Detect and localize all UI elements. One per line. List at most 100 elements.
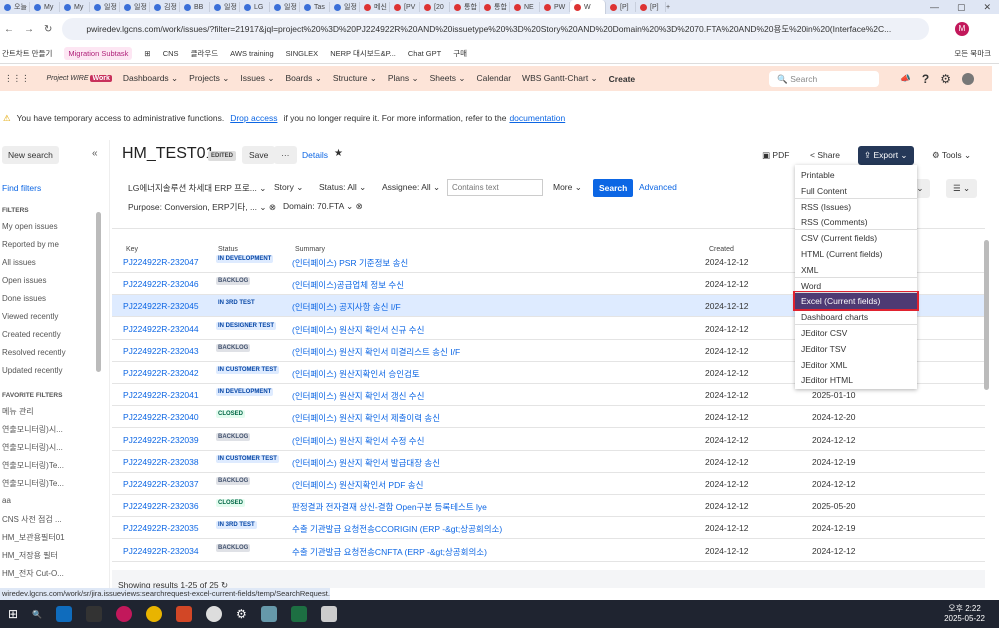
assignee-filter[interactable]: Assignee: All ⌄ — [382, 182, 440, 193]
issue-key-link[interactable]: PJ224922R-232040 — [123, 412, 199, 422]
bookmark-item[interactable]: SINGLEX — [286, 49, 319, 58]
find-filters-link[interactable]: Find filters — [2, 183, 41, 193]
app-icon[interactable] — [206, 606, 223, 622]
table-scrollbar[interactable] — [984, 240, 989, 390]
all-bookmarks[interactable]: 모든 북마크 — [954, 48, 991, 59]
browser-tab[interactable]: My — [30, 2, 60, 12]
bookmark-item[interactable]: 간트차트 만들기 — [2, 48, 52, 59]
issue-summary-link[interactable]: 수출 기관발급 요청전송CCORIGIN (ERP -&gt;상공회의소) — [292, 523, 502, 535]
bookmark-item[interactable]: CNS — [163, 49, 179, 58]
forward-icon[interactable]: → — [24, 24, 34, 35]
sidebar-filter-item[interactable]: Updated recently — [2, 366, 62, 375]
sidebar-filter-item[interactable]: Created recently — [2, 330, 61, 339]
create-button[interactable]: Create — [609, 74, 635, 84]
browser-tab[interactable]: W — [570, 0, 606, 14]
issue-summary-link[interactable]: (인터페이스) 원산지 확인서 수정 수신 — [292, 435, 424, 447]
sidebar-filter-item[interactable]: Done issues — [2, 294, 46, 303]
bookmark-item[interactable]: Chat GPT — [408, 49, 441, 58]
nav-item-calendar[interactable]: Calendar — [477, 73, 512, 84]
browser-tab[interactable]: [P] — [606, 2, 636, 12]
favorite-filter-item[interactable]: CNS 사전 점검 ... — [2, 514, 62, 525]
export-menu-item-excel-current-fields[interactable]: Excel (Current fields) — [793, 291, 919, 312]
browser-tab[interactable]: 일정 — [330, 2, 360, 12]
settings-icon[interactable]: ⚙ — [940, 72, 951, 86]
export-menu-item-html-current-fields[interactable]: HTML (Current fields) — [795, 246, 917, 262]
bookmark-item[interactable]: 구매 — [453, 48, 467, 59]
view-options-button[interactable]: ☰ ⌄ — [946, 179, 978, 198]
nav-item-projects[interactable]: Projects ⌄ — [189, 73, 229, 84]
export-menu-item-jeditor-csv[interactable]: JEditor CSV — [795, 325, 917, 341]
browser-tab[interactable]: 일정 — [90, 2, 120, 12]
powerpoint-icon[interactable] — [176, 606, 193, 622]
nav-item-issues[interactable]: Issues ⌄ — [240, 73, 274, 84]
star-icon[interactable]: ★ — [334, 148, 343, 159]
favorite-filter-item[interactable]: HM_보관용필터01 — [2, 532, 65, 543]
favorite-filter-item[interactable]: 연출모니터링)시... — [2, 442, 63, 453]
browser-tab[interactable]: LG — [240, 2, 270, 12]
nav-item-dashboards[interactable]: Dashboards ⌄ — [123, 73, 178, 84]
messenger-icon[interactable] — [116, 606, 133, 622]
drop-access-link[interactable]: Drop access — [230, 113, 277, 123]
apps-grid-icon[interactable]: ⊞ — [144, 49, 150, 58]
notifications-icon[interactable]: 📣 — [900, 73, 911, 84]
sidebar-filter-item[interactable]: All issues — [2, 258, 36, 267]
maximize-icon[interactable]: ▢ — [957, 2, 966, 13]
help-icon[interactable]: ? — [922, 72, 929, 86]
reload-icon[interactable]: ↻ — [44, 24, 52, 35]
sidebar-scrollbar[interactable] — [96, 212, 101, 372]
table-row[interactable]: PJ224922R-232037 BACKLOG (인터페이스) 원산지확인서 PD… — [112, 473, 985, 495]
issue-key-link[interactable]: PJ224922R-232037 — [123, 479, 199, 489]
favorite-filter-item[interactable]: 메뉴 관리 — [2, 406, 34, 417]
logo[interactable]: Project WIRE Work — [47, 75, 112, 82]
browser-tab[interactable]: 일정 — [270, 2, 300, 12]
browser-tab[interactable]: [20 — [420, 2, 450, 12]
issue-summary-link[interactable]: (인터페이스) 원산지 확인서 갱신 수신 — [292, 390, 424, 402]
browser-tab[interactable]: My — [60, 2, 90, 12]
export-menu-item-xml[interactable]: XML — [795, 262, 917, 278]
table-row[interactable]: PJ224922R-232034 BACKLOG 수출 기관발급 요청전송CNFTA… — [112, 540, 985, 562]
sidebar-filter-item[interactable]: Open issues — [2, 276, 46, 285]
issue-key-link[interactable]: PJ224922R-232039 — [123, 435, 199, 445]
nav-item-structure[interactable]: Structure ⌄ — [333, 73, 377, 84]
issue-key-link[interactable]: PJ224922R-232041 — [123, 390, 199, 400]
share-button[interactable]: < Share — [810, 150, 840, 160]
issue-summary-link[interactable]: (인터페이스) 원산지 확인서 미결리스트 송신 I/F — [292, 346, 460, 358]
issue-key-link[interactable]: PJ224922R-232038 — [123, 457, 199, 467]
issue-summary-link[interactable]: (인터페이스) PSR 기준정보 송신 — [292, 257, 408, 269]
export-menu-item-csv-current-fields[interactable]: CSV (Current fields) — [795, 230, 917, 246]
profile-avatar[interactable]: M — [955, 22, 969, 36]
browser-tab[interactable]: 통합 — [450, 2, 480, 12]
status-filter[interactable]: Status: All ⌄ — [319, 182, 366, 193]
browser-tab[interactable]: 일정 — [120, 2, 150, 12]
favorite-filter-item[interactable]: 연출모니터링)Te... — [2, 460, 64, 471]
settings-icon[interactable]: ⚙ — [236, 607, 247, 621]
nav-item-wbs-gantt-chart[interactable]: WBS Gantt-Chart ⌄ — [522, 73, 598, 84]
save-button[interactable]: Save — [242, 146, 276, 164]
minimize-icon[interactable]: — — [930, 2, 939, 13]
excel-icon[interactable] — [290, 606, 307, 622]
table-row[interactable]: PJ224922R-232036 CLOSED 판정결과 전자결재 상신-결함 Op… — [112, 495, 985, 518]
issue-summary-link[interactable]: 판정결과 전자결재 상신-결함 Open구분 등록테스트 lye — [292, 501, 487, 513]
browser-tab[interactable]: PW — [540, 2, 570, 12]
taskview-icon[interactable] — [86, 606, 103, 622]
more-filters-button[interactable]: More ⌄ — [553, 182, 582, 193]
project-filter[interactable]: LG에너지솔루션 차세대 ERP 프로... ⌄ — [128, 182, 266, 194]
app-switcher-icon[interactable]: ⋮⋮⋮ — [4, 73, 30, 84]
search-button[interactable]: Search — [593, 179, 634, 197]
issue-key-link[interactable]: PJ224922R-232045 — [123, 301, 199, 311]
type-filter[interactable]: Story ⌄ — [274, 182, 303, 193]
favorite-filter-item[interactable]: HM_전자 Cut-O... — [2, 568, 64, 579]
table-row[interactable]: PJ224922R-232039 BACKLOG (인터페이스) 원산지 확인서 수… — [112, 429, 985, 451]
sidebar-filter-item[interactable]: Resolved recently — [2, 348, 66, 357]
table-row[interactable]: PJ224922R-232035 IN 3RD TEST 수출 기관발급 요청전송C… — [112, 517, 985, 540]
new-search-button[interactable]: New search — [2, 146, 59, 164]
favorite-filter-item[interactable]: 연출모니터링)Te... — [2, 478, 64, 489]
issue-key-link[interactable]: PJ224922R-232044 — [123, 324, 199, 334]
advanced-link[interactable]: Advanced — [639, 182, 677, 192]
bookmark-item[interactable]: 클라우드 — [191, 48, 219, 59]
table-row[interactable]: PJ224922R-232038 IN CUSTOMER TEST (인터페이스) … — [112, 451, 985, 473]
issue-key-link[interactable]: PJ224922R-232046 — [123, 279, 199, 289]
outlook-icon[interactable] — [56, 606, 73, 622]
sidebar-filter-item[interactable]: Reported by me — [2, 240, 59, 249]
export-menu-item-rss-comments[interactable]: RSS (Comments) — [795, 214, 917, 230]
